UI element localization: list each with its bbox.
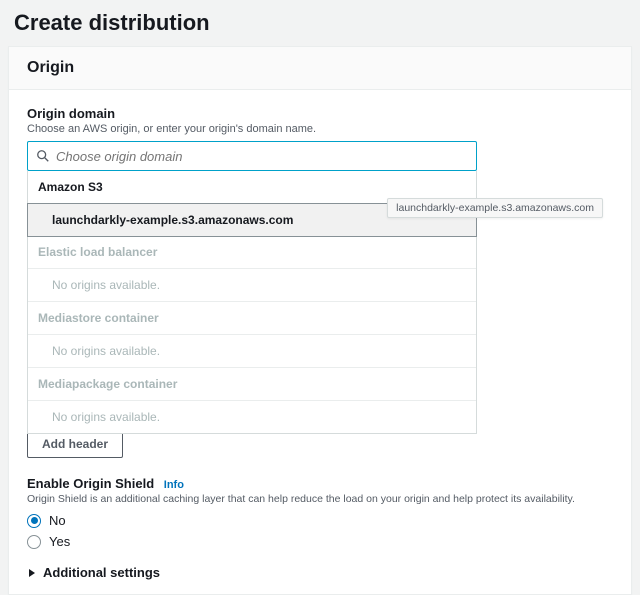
additional-settings-label: Additional settings: [43, 565, 160, 580]
origin-domain-sub: Choose an AWS origin, or enter your orig…: [27, 123, 613, 135]
additional-settings-expander[interactable]: Additional settings: [27, 565, 613, 580]
radio-no[interactable]: [27, 514, 41, 528]
dropdown-group-mediastore: Mediastore container: [28, 302, 476, 335]
panel-title: Origin: [9, 47, 631, 90]
dropdown-option-mediastore-empty: No origins available.: [28, 335, 476, 368]
origin-domain-label: Origin domain: [27, 106, 613, 121]
option-tooltip: launchdarkly-example.s3.amazonaws.com: [387, 198, 603, 218]
dropdown-group-mediapackage: Mediapackage container: [28, 368, 476, 401]
radio-no-label: No: [49, 513, 66, 528]
radio-no-row[interactable]: No: [27, 513, 613, 528]
caret-right-icon: [27, 568, 37, 578]
info-link[interactable]: Info: [164, 479, 184, 491]
origin-domain-input[interactable]: [56, 149, 468, 164]
dropdown-option-elb-empty: No origins available.: [28, 269, 476, 302]
origin-domain-combobox[interactable]: [27, 141, 477, 171]
radio-yes-label: Yes: [49, 534, 70, 549]
origin-shield-desc: Origin Shield is an additional caching l…: [27, 493, 613, 505]
page-title: Create distribution: [0, 0, 640, 46]
origin-shield-section: Enable Origin Shield Info Origin Shield …: [27, 476, 613, 549]
search-icon: [36, 149, 50, 163]
origin-domain-field: Origin domain Choose an AWS origin, or e…: [27, 106, 613, 434]
origin-panel: Origin Origin domain Choose an AWS origi…: [8, 46, 632, 595]
add-header-button[interactable]: Add header: [27, 430, 123, 458]
dropdown-group-elb: Elastic load balancer: [28, 236, 476, 269]
dropdown-option-mediapackage-empty: No origins available.: [28, 401, 476, 433]
radio-yes-row[interactable]: Yes: [27, 534, 613, 549]
radio-yes[interactable]: [27, 535, 41, 549]
origin-shield-title: Enable Origin Shield: [27, 476, 154, 491]
panel-body: Origin domain Choose an AWS origin, or e…: [9, 90, 631, 594]
